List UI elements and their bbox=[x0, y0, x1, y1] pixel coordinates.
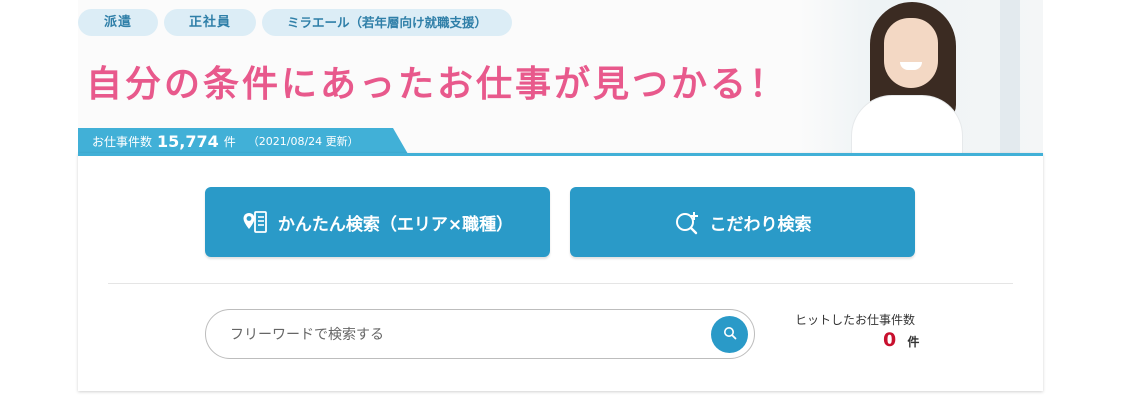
search-plus-icon bbox=[674, 209, 700, 235]
search-submit-button[interactable] bbox=[711, 316, 748, 353]
freeword-search-box bbox=[205, 309, 755, 360]
tab-haken[interactable]: 派遣 bbox=[78, 9, 158, 36]
tab-miraeru[interactable]: ミラエール（若年層向け就職支援） bbox=[262, 9, 512, 36]
category-tabs: 派遣 正社員 ミラエール（若年層向け就職支援） bbox=[78, 9, 512, 36]
hit-count-label: ヒットしたお仕事件数 bbox=[795, 313, 916, 327]
freeword-search-input[interactable] bbox=[228, 310, 702, 360]
photo-pillar bbox=[1000, 0, 1020, 155]
easy-search-button[interactable]: かんたん検索（エリア×職種） bbox=[205, 187, 550, 257]
photo-face bbox=[884, 18, 938, 88]
hit-count-unit: 件 bbox=[907, 335, 920, 349]
tab-seishain[interactable]: 正社員 bbox=[164, 9, 256, 36]
search-panel: かんたん検索（エリア×職種） こだわり検索 ヒットしたお仕事件数 0 bbox=[78, 153, 1043, 391]
detail-search-label: こだわり検索 bbox=[709, 214, 812, 235]
easy-search-label: かんたん検索（エリア×職種） bbox=[277, 214, 514, 235]
map-pin-list-icon bbox=[242, 209, 268, 235]
page-headline: 自分の条件にあったお仕事が見つかる！ bbox=[86, 64, 789, 105]
job-count-unit: 件 bbox=[223, 134, 236, 149]
photo-body bbox=[852, 96, 962, 155]
search-icon bbox=[723, 325, 737, 344]
hit-count-value: 0 bbox=[883, 329, 897, 351]
panel-divider bbox=[108, 283, 1013, 284]
hero-photo bbox=[800, 0, 1043, 155]
job-count-value: 15,774 bbox=[157, 131, 219, 151]
hit-count: 0 件 bbox=[883, 329, 919, 351]
job-count-updated: （2021/08/24 更新） bbox=[247, 135, 359, 148]
detail-search-button[interactable]: こだわり検索 bbox=[570, 187, 915, 257]
job-count-bar: お仕事件数 15,774 件 （2021/08/24 更新） bbox=[78, 128, 408, 154]
job-count-label: お仕事件数 bbox=[92, 134, 153, 149]
